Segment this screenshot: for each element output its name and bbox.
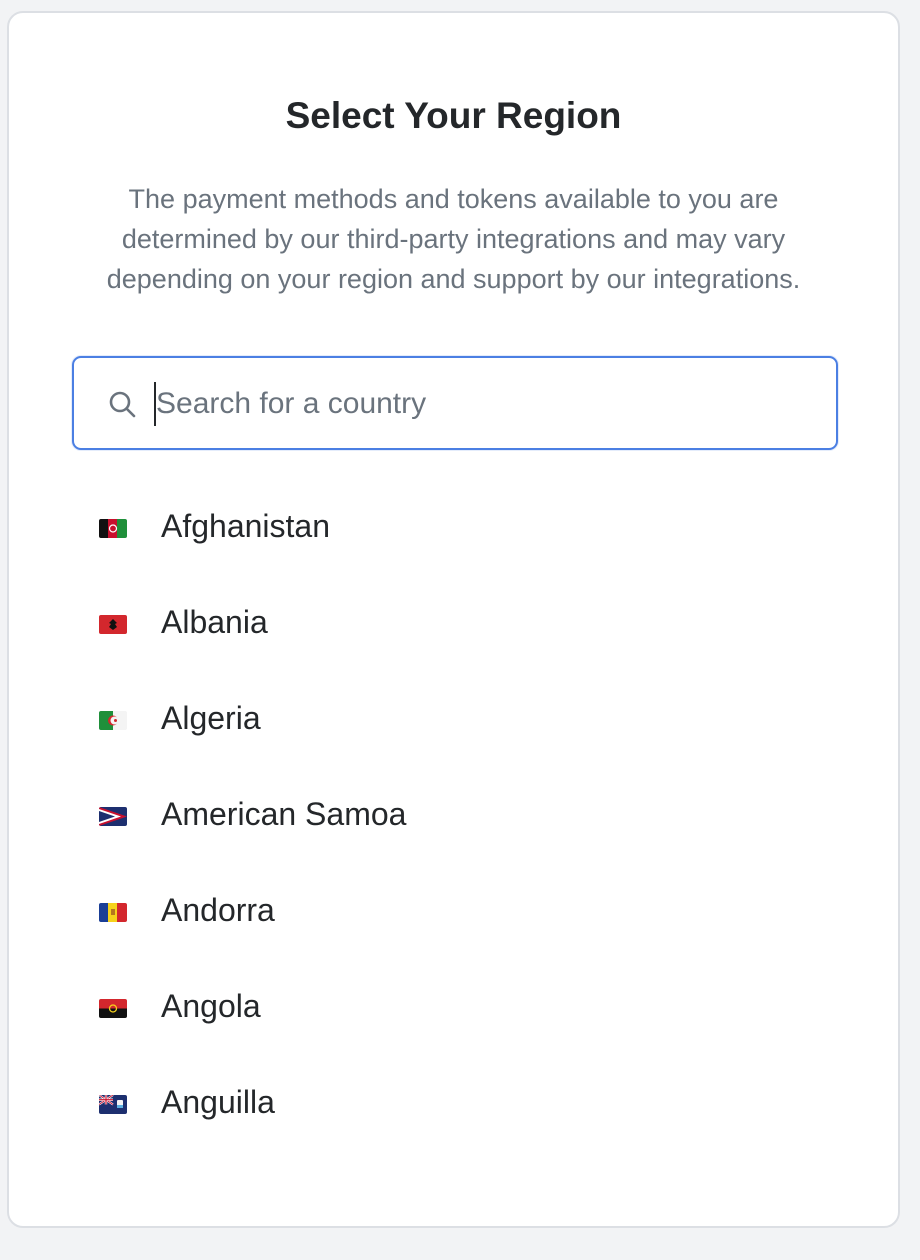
country-item-american-samoa[interactable]: American Samoa [9,771,898,867]
country-name: Anguilla [161,1084,275,1120]
country-item-afghanistan[interactable]: Afghanistan [9,483,898,579]
flag-andorra-icon [99,903,127,922]
country-item-angola[interactable]: Angola [9,963,898,1059]
dialog-description: The payment methods and tokens available… [106,184,801,294]
flag-algeria-icon [99,711,127,730]
flag-albania-icon [99,615,127,634]
dialog-title: Select Your Region [285,95,622,136]
country-item-albania[interactable]: Albania [9,579,898,675]
flag-angola-icon [99,999,127,1018]
flag-afghanistan-icon [99,519,127,538]
country-list: Afghanistan Albania Algeria American Sam… [9,483,898,1155]
country-item-anguilla[interactable]: Anguilla [9,1059,898,1155]
country-name: Albania [161,604,268,640]
flag-american-samoa-icon [99,807,127,826]
search-input[interactable] [156,378,806,430]
search-icon [109,391,136,418]
country-name: Afghanistan [161,508,331,544]
search-box[interactable] [72,356,838,450]
country-item-algeria[interactable]: Algeria [9,675,898,771]
country-name: Angola [161,988,261,1024]
country-item-andorra[interactable]: Andorra [9,867,898,963]
country-name: Algeria [161,700,261,736]
country-name: Andorra [161,892,275,928]
flag-anguilla-icon [99,1095,127,1114]
country-name: American Samoa [161,796,407,832]
region-select-dialog: Select Your Region The payment methods a… [7,11,900,1228]
